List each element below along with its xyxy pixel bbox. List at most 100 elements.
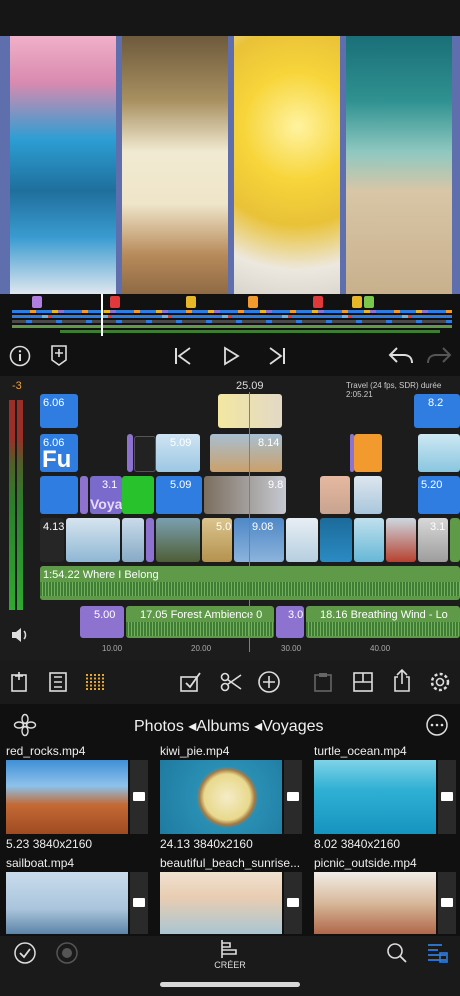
waveform-toggle-button[interactable] [84,670,108,694]
ruler-mark: 10.00 [102,644,123,653]
clip-seagull[interactable] [354,476,382,514]
speaker-icon[interactable] [10,626,30,644]
media-thumbnail[interactable] [6,872,128,934]
breadcrumb[interactable]: Photos ◂Albums ◂Voyages [134,716,324,736]
video-preview[interactable] [0,36,460,294]
clip-green[interactable] [122,476,154,514]
add-button[interactable] [256,670,282,694]
redo-button[interactable] [424,342,454,370]
clip-lane4-c[interactable] [286,518,318,562]
media-item[interactable]: turtle_ocean.mp4 8.02 3840x2160 [314,744,460,851]
marker-green[interactable] [364,296,374,308]
clip-beach-small[interactable]: 5.09 [156,434,200,472]
clip-title-1[interactable]: 6.06 [40,394,78,428]
layout-button[interactable] [350,670,376,694]
more-options-button[interactable] [424,712,450,738]
record-button[interactable] [54,940,80,966]
project-settings-button[interactable] [8,670,32,694]
clip-orange[interactable] [354,434,382,472]
done-button[interactable] [12,940,38,966]
marker-yellow[interactable] [186,296,196,308]
photos-button[interactable] [12,712,38,738]
create-button[interactable]: CRÉER [210,936,250,972]
media-thumbnail[interactable] [6,760,128,834]
overview-timeline[interactable] [0,294,460,336]
media-item[interactable]: kiwi_pie.mp4 24.13 3840x2160 [160,744,308,851]
media-item[interactable]: beautiful_beach_sunrise... [160,856,308,934]
clip-50[interactable]: 5.0 [202,518,232,562]
playhead[interactable] [249,392,250,652]
marker-purple[interactable] [32,296,42,308]
mini-playhead[interactable] [101,294,103,336]
library-view-button[interactable] [424,940,450,966]
clipboard-button[interactable] [310,670,336,694]
clip-lemon-top[interactable] [218,394,282,428]
ruler-mark: 40.00 [370,644,391,653]
media-item[interactable]: red_rocks.mp4 5.23 3840x2160 [6,744,154,851]
audio-forest-ambience[interactable]: 17.05 Forest Ambience 0 [126,606,274,638]
clip-duration: 3.1 [430,521,446,533]
marker-red-2[interactable] [313,296,323,308]
bottom-bar: CRÉER [0,936,460,996]
clip-blue-520[interactable]: 5.20 [418,476,460,514]
play-button[interactable] [218,344,244,368]
marker-orange[interactable] [248,296,258,308]
next-button[interactable] [264,344,290,368]
clip-duration: 5.0 [216,521,232,533]
music-track[interactable]: 1:54.22 Where I Belong [40,566,460,600]
media-info: 24.13 3840x2160 [160,837,253,851]
clip-blue-509[interactable]: 5.09 [156,476,202,514]
clip-908[interactable]: 9.08 [234,518,284,562]
clip-413[interactable]: 4.13 [40,518,64,562]
media-item[interactable]: sailboat.mp4 [6,856,154,934]
clip-title-right[interactable]: 8.2 [414,394,460,428]
clip-car[interactable] [386,518,416,562]
clip-beach-right[interactable] [418,434,460,472]
clip-voya[interactable]: 3.1 Voya [90,476,122,514]
timeline[interactable]: -3 25.09 Travel (24 fps, SDR) durée 2:05… [0,376,460,660]
clip-lane4-a[interactable] [66,518,120,562]
select-button[interactable] [178,670,204,694]
undo-button[interactable] [386,342,416,370]
film-icon [284,760,302,834]
marker-yellow-2[interactable] [352,296,362,308]
media-filename: kiwi_pie.mp4 [160,744,230,758]
media-thumbnail[interactable] [160,760,282,834]
clip-party[interactable] [320,476,350,514]
clip-lane4-d[interactable] [320,518,352,562]
marker-red[interactable] [110,296,120,308]
add-marker-button[interactable] [48,342,70,368]
previous-button[interactable] [170,344,196,368]
media-item[interactable]: picnic_outside.mp4 [314,856,460,934]
media-thumbnail[interactable] [314,760,436,834]
media-thumbnail[interactable] [314,872,436,934]
clip-elephant[interactable] [156,518,200,562]
preview-frame-dress [122,36,228,294]
clip-purple-3[interactable] [80,476,88,514]
clip-blue-3[interactable] [40,476,78,514]
info-button[interactable] [8,344,32,368]
media-thumbnail[interactable] [160,872,282,934]
track-list-button[interactable] [46,670,70,694]
clip-duration: 3.1 [102,479,118,491]
clip-field[interactable]: 8.14 [210,434,282,472]
audio-clip-purple-1[interactable]: 5.00 [80,606,124,638]
clip-purple-marker[interactable] [127,434,133,472]
share-button[interactable] [390,668,414,694]
clip-title-2[interactable]: 6.06 Fu [40,434,78,472]
clip-lane4-b[interactable] [122,518,144,562]
audio-clip-purple-2[interactable]: 3.0 [276,606,304,638]
clip-98[interactable]: 9.8 [204,476,286,514]
clip-green-edge[interactable] [450,518,460,562]
clip-duration: 4.13 [43,521,64,533]
clip-duration: 6.06 [43,397,65,409]
search-button[interactable] [384,940,410,966]
split-button[interactable] [218,670,244,694]
film-icon [438,760,456,834]
clip-lane4-f[interactable]: 3.1 [418,518,448,562]
clip-purple-4[interactable] [146,518,154,562]
settings-button[interactable] [428,670,452,694]
clip-green-screen[interactable] [134,436,156,472]
clip-lane4-e[interactable] [354,518,384,562]
audio-breathing-wind[interactable]: 18.16 Breathing Wind - Lo [306,606,460,638]
